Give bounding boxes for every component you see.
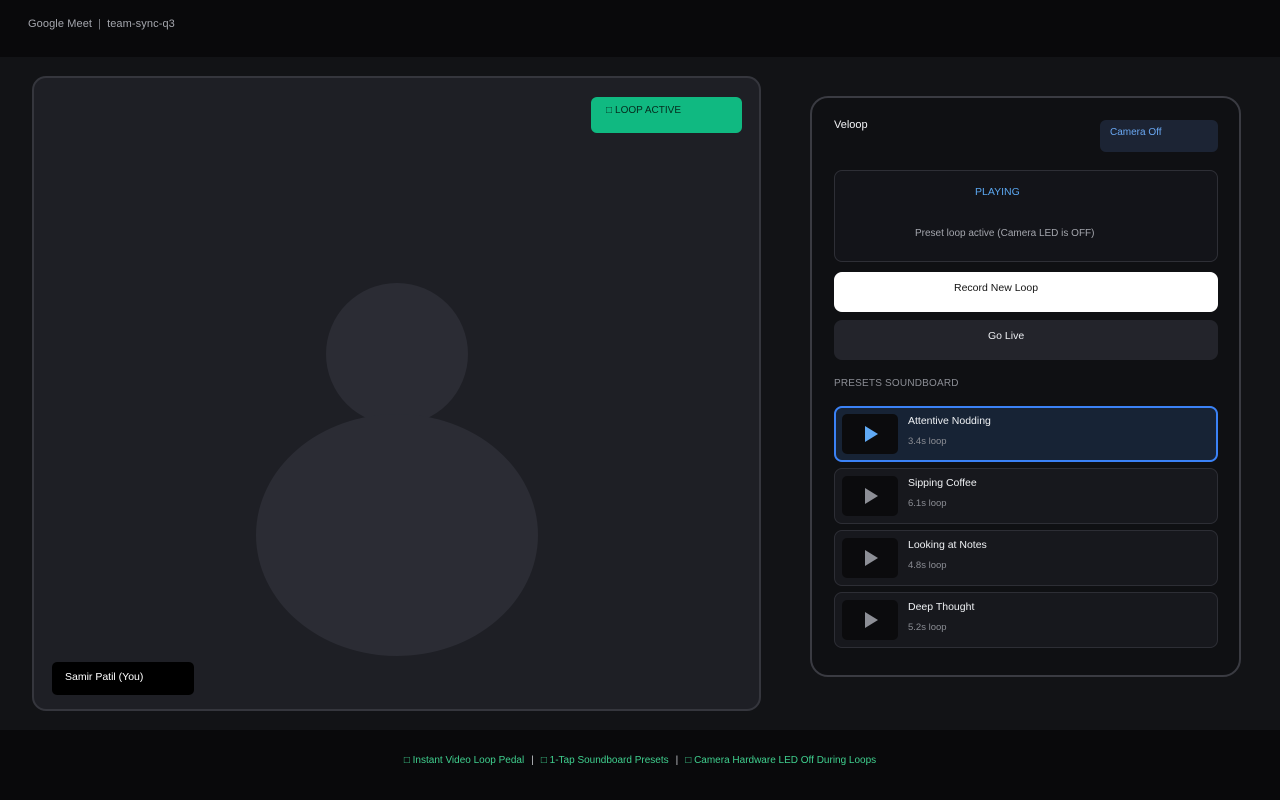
preset-name: Looking at Notes [908,539,987,551]
meeting-title: Google Meet | team-sync-q3 [28,18,175,30]
feature-list: □ Instant Video Loop Pedal | □ 1-Tap Sound… [0,755,1280,766]
preset-thumbnail [842,600,898,640]
play-icon [865,488,878,504]
preset-length: 4.8s loop [908,560,947,571]
top-bar: Google Meet | team-sync-q3 [0,0,1280,57]
go-live-button[interactable]: Go Live [834,320,1218,360]
participant-name-tag: Samir Patil (You) [52,662,194,695]
preset-name: Sipping Coffee [908,477,977,489]
loop-active-badge: □ LOOP ACTIVE [591,97,742,133]
feature-soundboard: □ 1-Tap Soundboard Presets [540,755,669,766]
feature-footer: □ Instant Video Loop Pedal | □ 1-Tap Sound… [0,730,1280,800]
status-state: PLAYING [975,186,1020,198]
panel-brand: Veloop [834,119,868,131]
preset-attentive-nodding[interactable]: Attentive Nodding 3.4s loop [834,406,1218,462]
meeting-code: team-sync-q3 [107,18,175,30]
feature-led-off: □ Camera Hardware LED Off During Loops [685,755,877,766]
loop-badge-label: LOOP ACTIVE [615,105,681,116]
preset-name: Attentive Nodding [908,415,991,427]
feature-loop-pedal: □ Instant Video Loop Pedal [403,755,525,766]
camera-led-icon: □ [685,755,692,766]
preset-thumbnail [842,538,898,578]
preset-thumbnail [842,414,898,454]
record-new-loop-button[interactable]: Record New Loop [834,272,1218,312]
preset-deep-thought[interactable]: Deep Thought 5.2s loop [834,592,1218,648]
avatar-placeholder-body [256,414,538,656]
presets-section-label: PRESETS SOUNDBOARD [834,378,959,389]
status-description: Preset loop active (Camera LED is OFF) [915,228,1095,239]
preset-thumbnail [842,476,898,516]
title-separator: | [98,18,102,30]
feature-separator: | [675,755,679,766]
app-name: Google Meet [28,18,93,30]
avatar-placeholder-head [326,283,468,425]
status-box: PLAYING Preset loop active (Camera LED i… [834,170,1218,262]
video-loop-icon: □ [403,755,410,766]
loop-indicator-icon: □ [606,105,613,116]
veloop-panel: Veloop Camera Off PLAYING Preset loop ac… [810,96,1241,677]
preset-length: 3.4s loop [908,436,947,447]
play-icon [865,550,878,566]
preset-length: 5.2s loop [908,622,947,633]
video-stage: □ LOOP ACTIVE Samir Patil (You) [32,76,761,711]
preset-looking-at-notes[interactable]: Looking at Notes 4.8s loop [834,530,1218,586]
camera-off-button[interactable]: Camera Off [1100,120,1218,152]
play-icon [865,426,878,442]
play-icon [865,612,878,628]
preset-sipping-coffee[interactable]: Sipping Coffee 6.1s loop [834,468,1218,524]
soundboard-icon: □ [540,755,547,766]
preset-name: Deep Thought [908,601,975,613]
feature-separator: | [531,755,534,766]
preset-length: 6.1s loop [908,498,947,509]
